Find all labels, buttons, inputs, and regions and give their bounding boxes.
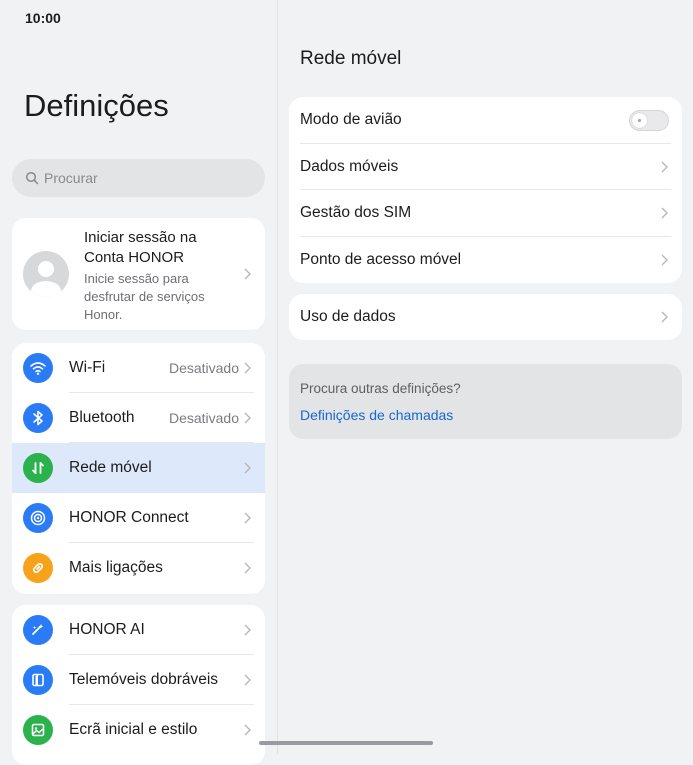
detail-title: Rede móvel bbox=[300, 48, 402, 69]
wifi-icon bbox=[23, 353, 53, 383]
sidebar-item-label: Wi-Fi bbox=[69, 359, 106, 376]
chevron-right-icon bbox=[244, 724, 251, 736]
suggestions-question: Procura outras definições? bbox=[300, 381, 461, 396]
sidebar-item-foldable-phones[interactable]: Telemóveis dobráveis bbox=[12, 655, 265, 705]
mobile-data-row[interactable]: Dados móveis bbox=[289, 144, 682, 190]
foldable-phone-icon bbox=[23, 665, 53, 695]
home-screen-icon bbox=[23, 715, 53, 745]
honor-connect-icon bbox=[23, 503, 53, 533]
chevron-right-icon bbox=[244, 562, 251, 574]
status-time: 10:00 bbox=[25, 10, 61, 26]
link-icon bbox=[23, 553, 53, 583]
search-placeholder: Procurar bbox=[44, 170, 98, 186]
sidebar-item-mobile-network[interactable]: Rede móvel bbox=[12, 443, 265, 493]
sidebar-item-label: Rede móvel bbox=[69, 459, 152, 476]
page-title: Definições bbox=[24, 88, 169, 123]
honor-ai-icon bbox=[23, 615, 53, 645]
detail-pane: Rede móvel Modo de avião Dados móveis Ge… bbox=[278, 0, 693, 754]
chevron-right-icon bbox=[244, 624, 251, 636]
hotspot-row[interactable]: Ponto de acesso móvel bbox=[289, 237, 682, 284]
sidebar-item-label: HONOR Connect bbox=[69, 509, 189, 526]
chevron-right-icon bbox=[244, 674, 251, 686]
sim-management-row[interactable]: Gestão dos SIM bbox=[289, 190, 682, 237]
chevron-right-icon bbox=[244, 512, 251, 524]
sidebar-item-wifi[interactable]: Wi-Fi Desativado bbox=[12, 343, 265, 393]
suggestions-card: Procura outras definições? Definições de… bbox=[289, 364, 682, 439]
bluetooth-icon bbox=[23, 403, 53, 433]
data-usage-row[interactable]: Uso de dados bbox=[289, 294, 682, 341]
airplane-mode-row[interactable]: Modo de avião bbox=[289, 97, 682, 144]
call-settings-link[interactable]: Definições de chamadas bbox=[300, 407, 453, 423]
apps-group: HONOR AI Telemóveis dobráveis Ecrã inici… bbox=[12, 605, 265, 765]
account-card[interactable]: Iniciar sessão na Conta HONOR Inicie ses… bbox=[12, 218, 265, 330]
row-label: Modo de avião bbox=[300, 111, 402, 129]
sidebar-item-label: Ecrã inicial e estilo bbox=[69, 721, 198, 738]
sidebar-item-home-screen[interactable]: Ecrã inicial e estilo bbox=[12, 705, 265, 755]
mobile-data-icon bbox=[23, 453, 53, 483]
sidebar-item-label: HONOR AI bbox=[69, 621, 145, 638]
mobile-network-group: Modo de avião Dados móveis Gestão dos SI… bbox=[289, 97, 682, 283]
search-input[interactable]: Procurar bbox=[12, 159, 265, 197]
data-usage-group: Uso de dados bbox=[289, 294, 682, 340]
chevron-right-icon bbox=[244, 362, 251, 374]
sidebar-item-label: Mais ligações bbox=[69, 559, 163, 576]
airplane-mode-toggle[interactable] bbox=[629, 110, 669, 131]
sidebar-item-label: Telemóveis dobráveis bbox=[69, 671, 219, 688]
sidebar-item-label: Bluetooth bbox=[69, 409, 135, 426]
bluetooth-status: Desativado bbox=[168, 410, 239, 426]
connectivity-group: Wi-Fi Desativado Bluetooth Desativado Re… bbox=[12, 343, 265, 594]
chevron-right-icon bbox=[244, 268, 251, 280]
avatar bbox=[23, 251, 69, 297]
settings-sidebar: 10:00 Definições Procurar Iniciar sessão… bbox=[0, 0, 278, 765]
sidebar-item-honor-ai[interactable]: HONOR AI bbox=[12, 605, 265, 655]
chevron-right-icon bbox=[661, 161, 668, 172]
sidebar-item-honor-connect[interactable]: HONOR Connect bbox=[12, 493, 265, 543]
row-label: Dados móveis bbox=[300, 157, 399, 175]
account-subtitle: Inicie sessão para desfrutar de serviços… bbox=[84, 271, 205, 322]
sidebar-item-more-connections[interactable]: Mais ligações bbox=[12, 543, 265, 593]
chevron-right-icon bbox=[244, 462, 251, 474]
row-label: Ponto de acesso móvel bbox=[300, 250, 462, 268]
search-icon bbox=[25, 171, 39, 185]
home-indicator[interactable] bbox=[259, 741, 433, 745]
chevron-right-icon bbox=[661, 207, 668, 219]
wifi-status: Desativado bbox=[168, 360, 239, 376]
row-label: Gestão dos SIM bbox=[300, 204, 412, 222]
chevron-right-icon bbox=[661, 311, 668, 323]
account-title: Iniciar sessão na Conta HONOR bbox=[84, 229, 197, 266]
sidebar-item-bluetooth[interactable]: Bluetooth Desativado bbox=[12, 393, 265, 443]
row-label: Uso de dados bbox=[300, 308, 396, 326]
chevron-right-icon bbox=[244, 412, 251, 424]
chevron-right-icon bbox=[661, 254, 668, 265]
